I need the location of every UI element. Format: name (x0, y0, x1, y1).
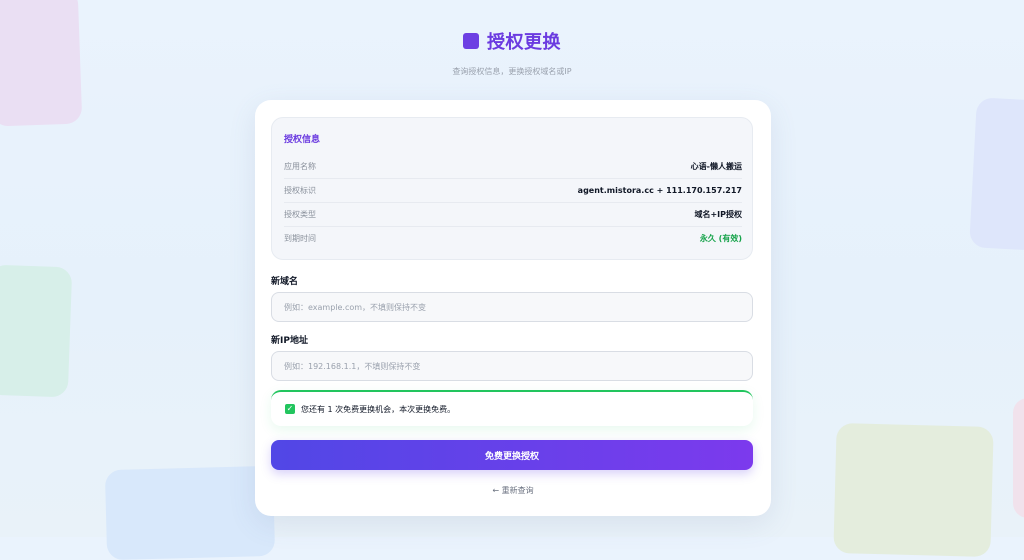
info-label: 授权标识 (284, 186, 316, 195)
info-value: 心语-懒人搬运 (690, 162, 742, 171)
background-decoration (0, 264, 73, 398)
page-subtitle: 查询授权信息，更换授权域名或IP (452, 67, 572, 76)
info-row-expiry: 到期时间 永久 (有效) (284, 227, 742, 250)
expiry-status-value: 永久 (有效) (699, 234, 742, 243)
free-change-license-button[interactable]: 免费更换授权 (271, 440, 753, 470)
notice-text: 您还有 1 次免费更换机会，本次更换免费。 (301, 404, 456, 414)
new-domain-label: 新域名 (271, 277, 299, 287)
free-change-notice: ✓ 您还有 1 次免费更换机会，本次更换免费。 (271, 390, 753, 426)
info-panel-title: 授权信息 (284, 135, 321, 145)
info-label: 授权类型 (284, 210, 316, 219)
checkbox-check-icon: ✓ (285, 404, 295, 414)
info-rows: 应用名称 心语-懒人搬运 授权标识 agent.mistora.cc + 111… (284, 155, 742, 250)
info-row-app-name: 应用名称 心语-懒人搬运 (284, 155, 742, 179)
info-value: agent.mistora.cc + 111.170.157.217 (577, 186, 742, 195)
title-row: 授权更换 (0, 28, 1024, 54)
background-decoration (104, 465, 276, 560)
info-label: 应用名称 (284, 162, 316, 171)
info-label: 到期时间 (284, 234, 316, 243)
requery-link[interactable]: ← 重新查询 (255, 485, 771, 496)
info-row-license-id: 授权标识 agent.mistora.cc + 111.170.157.217 (284, 179, 742, 203)
background-decoration (1013, 398, 1024, 518)
license-info-panel: 授权信息 应用名称 心语-懒人搬运 授权标识 agent.mistora.cc … (271, 117, 753, 260)
logo-icon (463, 33, 479, 49)
license-card: 授权信息 应用名称 心语-懒人搬运 授权标识 agent.mistora.cc … (255, 100, 771, 516)
background-decoration (969, 97, 1024, 251)
page-title: 授权更换 (487, 32, 561, 53)
new-ip-input[interactable] (271, 351, 753, 381)
new-ip-label: 新IP地址 (271, 336, 308, 346)
page-header: 授权更换 查询授权信息，更换授权域名或IP (0, 28, 1024, 77)
new-domain-input[interactable] (271, 292, 753, 322)
info-value: 域名+IP授权 (694, 210, 742, 219)
info-row-license-type: 授权类型 域名+IP授权 (284, 203, 742, 227)
